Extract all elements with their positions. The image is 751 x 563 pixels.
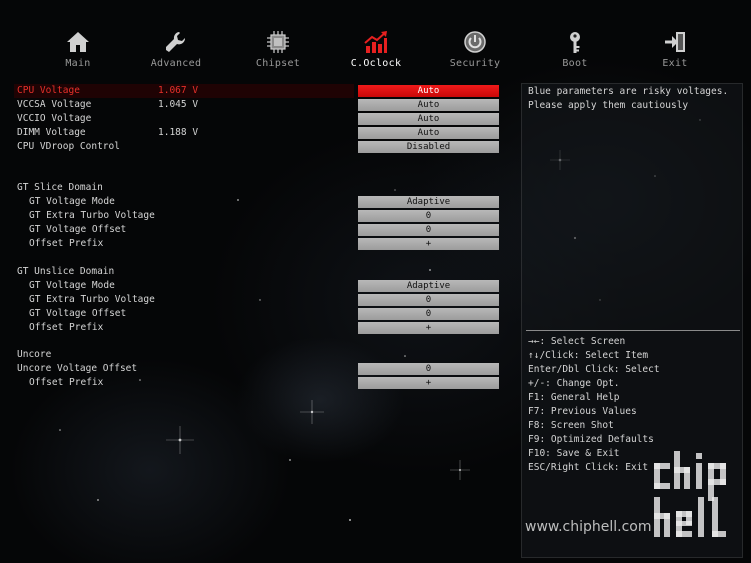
tab-boot-label: Boot bbox=[562, 58, 588, 69]
tab-exit[interactable]: Exit bbox=[635, 30, 715, 74]
tab-main-label: Main bbox=[65, 58, 91, 69]
option-box[interactable]: Auto bbox=[358, 85, 499, 97]
tab-advanced[interactable]: Advanced bbox=[136, 30, 216, 74]
section-title: Uncore bbox=[17, 349, 52, 360]
settings-list: CPU Voltage 1.067 V Auto VCCSA Voltage 1… bbox=[0, 84, 512, 563]
setting-label: GT Voltage Mode bbox=[29, 196, 115, 207]
setting-label: GT Extra Turbo Voltage bbox=[29, 294, 155, 305]
shield-icon bbox=[464, 31, 486, 53]
setting-row-uncore-offset[interactable]: Uncore Voltage Offset 0 bbox=[0, 362, 512, 376]
wrench-icon bbox=[166, 32, 186, 52]
section-title: GT Unslice Domain bbox=[17, 266, 115, 277]
key-hint: F8: Screen Shot bbox=[528, 420, 614, 431]
option-box[interactable]: + bbox=[358, 377, 499, 389]
setting-row-vccio-voltage[interactable]: VCCIO Voltage Auto bbox=[0, 112, 512, 126]
setting-label: VCCIO Voltage bbox=[17, 113, 92, 124]
setting-row-dimm-voltage[interactable]: DIMM Voltage 1.188 V Auto bbox=[0, 126, 512, 140]
setting-row-gt-unslice-extra-turbo[interactable]: GT Extra Turbo Voltage 0 bbox=[0, 293, 512, 307]
chiphell-watermark-logo bbox=[654, 451, 726, 537]
option-box[interactable]: Auto bbox=[358, 113, 499, 125]
setting-label: Offset Prefix bbox=[29, 238, 104, 249]
setting-row-cpu-voltage[interactable]: CPU Voltage 1.067 V Auto bbox=[0, 84, 512, 98]
help-divider bbox=[526, 330, 740, 331]
oc-chart-icon bbox=[364, 31, 387, 53]
setting-label: CPU VDroop Control bbox=[17, 141, 120, 152]
setting-row-vccsa-voltage[interactable]: VCCSA Voltage 1.045 V Auto bbox=[0, 98, 512, 112]
option-box[interactable]: Auto bbox=[358, 99, 499, 111]
setting-row-gt-unslice-prefix[interactable]: Offset Prefix + bbox=[0, 321, 512, 335]
setting-label: Uncore Voltage Offset bbox=[17, 363, 138, 374]
key-hint: ↑↓/Click: Select Item bbox=[528, 350, 649, 361]
key-icon bbox=[570, 32, 580, 53]
home-icon bbox=[67, 32, 89, 52]
setting-label: GT Voltage Offset bbox=[29, 224, 127, 235]
setting-row-cpu-vdroop[interactable]: CPU VDroop Control Disabled bbox=[0, 140, 512, 154]
setting-row-gt-slice-mode[interactable]: GT Voltage Mode Adaptive bbox=[0, 195, 512, 209]
setting-row-uncore-prefix[interactable]: Offset Prefix + bbox=[0, 376, 512, 390]
setting-row-gt-slice-prefix[interactable]: Offset Prefix + bbox=[0, 237, 512, 251]
option-box[interactable]: 0 bbox=[358, 224, 499, 236]
tab-chipset[interactable]: Chipset bbox=[238, 30, 318, 74]
section-heading-gt-unslice: GT Unslice Domain bbox=[0, 265, 512, 279]
tab-advanced-label: Advanced bbox=[150, 58, 202, 69]
key-hint: F1: General Help bbox=[528, 392, 620, 403]
chip-icon bbox=[267, 31, 289, 53]
setting-value: 1.045 V bbox=[158, 99, 199, 110]
section-heading-gt-slice: GT Slice Domain bbox=[0, 181, 512, 195]
section-title: GT Slice Domain bbox=[17, 182, 103, 193]
option-box[interactable]: Adaptive bbox=[358, 196, 499, 208]
option-box[interactable]: Adaptive bbox=[358, 280, 499, 292]
setting-label: DIMM Voltage bbox=[17, 127, 86, 138]
setting-value: 1.188 V bbox=[158, 127, 199, 138]
tab-exit-label: Exit bbox=[662, 58, 688, 69]
setting-label: Offset Prefix bbox=[29, 322, 104, 333]
tab-chipset-label: Chipset bbox=[255, 58, 301, 69]
setting-label: VCCSA Voltage bbox=[17, 99, 92, 110]
tab-c-oclock-label: C.Oclock bbox=[350, 58, 402, 69]
setting-label: GT Voltage Mode bbox=[29, 280, 115, 291]
option-box[interactable]: 0 bbox=[358, 308, 499, 320]
help-description: Blue parameters are risky voltages. Plea… bbox=[528, 86, 729, 111]
tab-main[interactable]: Main bbox=[38, 30, 118, 74]
option-box[interactable]: + bbox=[358, 322, 499, 334]
option-box[interactable]: 0 bbox=[358, 294, 499, 306]
option-box[interactable]: + bbox=[358, 238, 499, 250]
setting-row-gt-slice-extra-turbo[interactable]: GT Extra Turbo Voltage 0 bbox=[0, 209, 512, 223]
key-hint: Enter/Dbl Click: Select bbox=[528, 364, 660, 375]
setting-value: 1.067 V bbox=[158, 85, 199, 96]
setting-label: GT Voltage Offset bbox=[29, 308, 127, 319]
option-box[interactable]: Disabled bbox=[358, 141, 499, 153]
setting-label: CPU Voltage bbox=[17, 85, 80, 96]
bios-screen: Main Advanced Chipset C.Oclock Security … bbox=[0, 0, 751, 563]
setting-row-gt-unslice-offset[interactable]: GT Voltage Offset 0 bbox=[0, 307, 512, 321]
setting-row-gt-unslice-mode[interactable]: GT Voltage Mode Adaptive bbox=[0, 279, 512, 293]
option-box[interactable]: Auto bbox=[358, 127, 499, 139]
section-heading-uncore: Uncore bbox=[0, 348, 512, 362]
tab-security[interactable]: Security bbox=[435, 30, 515, 74]
key-hint: +/-: Change Opt. bbox=[528, 378, 620, 389]
setting-row-gt-slice-offset[interactable]: GT Voltage Offset 0 bbox=[0, 223, 512, 237]
tab-boot[interactable]: Boot bbox=[535, 30, 615, 74]
tab-c-oclock[interactable]: C.Oclock bbox=[336, 30, 416, 74]
key-hint: F7: Previous Values bbox=[528, 406, 637, 417]
setting-label: GT Extra Turbo Voltage bbox=[29, 210, 155, 221]
option-box[interactable]: 0 bbox=[358, 210, 499, 222]
top-navigation: Main Advanced Chipset C.Oclock Security … bbox=[0, 0, 751, 80]
watermark-url: www.chiphell.com bbox=[525, 519, 652, 535]
tab-security-label: Security bbox=[449, 58, 501, 69]
setting-label: Offset Prefix bbox=[29, 377, 104, 388]
key-hint: →←: Select Screen bbox=[528, 336, 626, 347]
option-box[interactable]: 0 bbox=[358, 363, 499, 375]
exit-door-icon bbox=[665, 32, 685, 52]
